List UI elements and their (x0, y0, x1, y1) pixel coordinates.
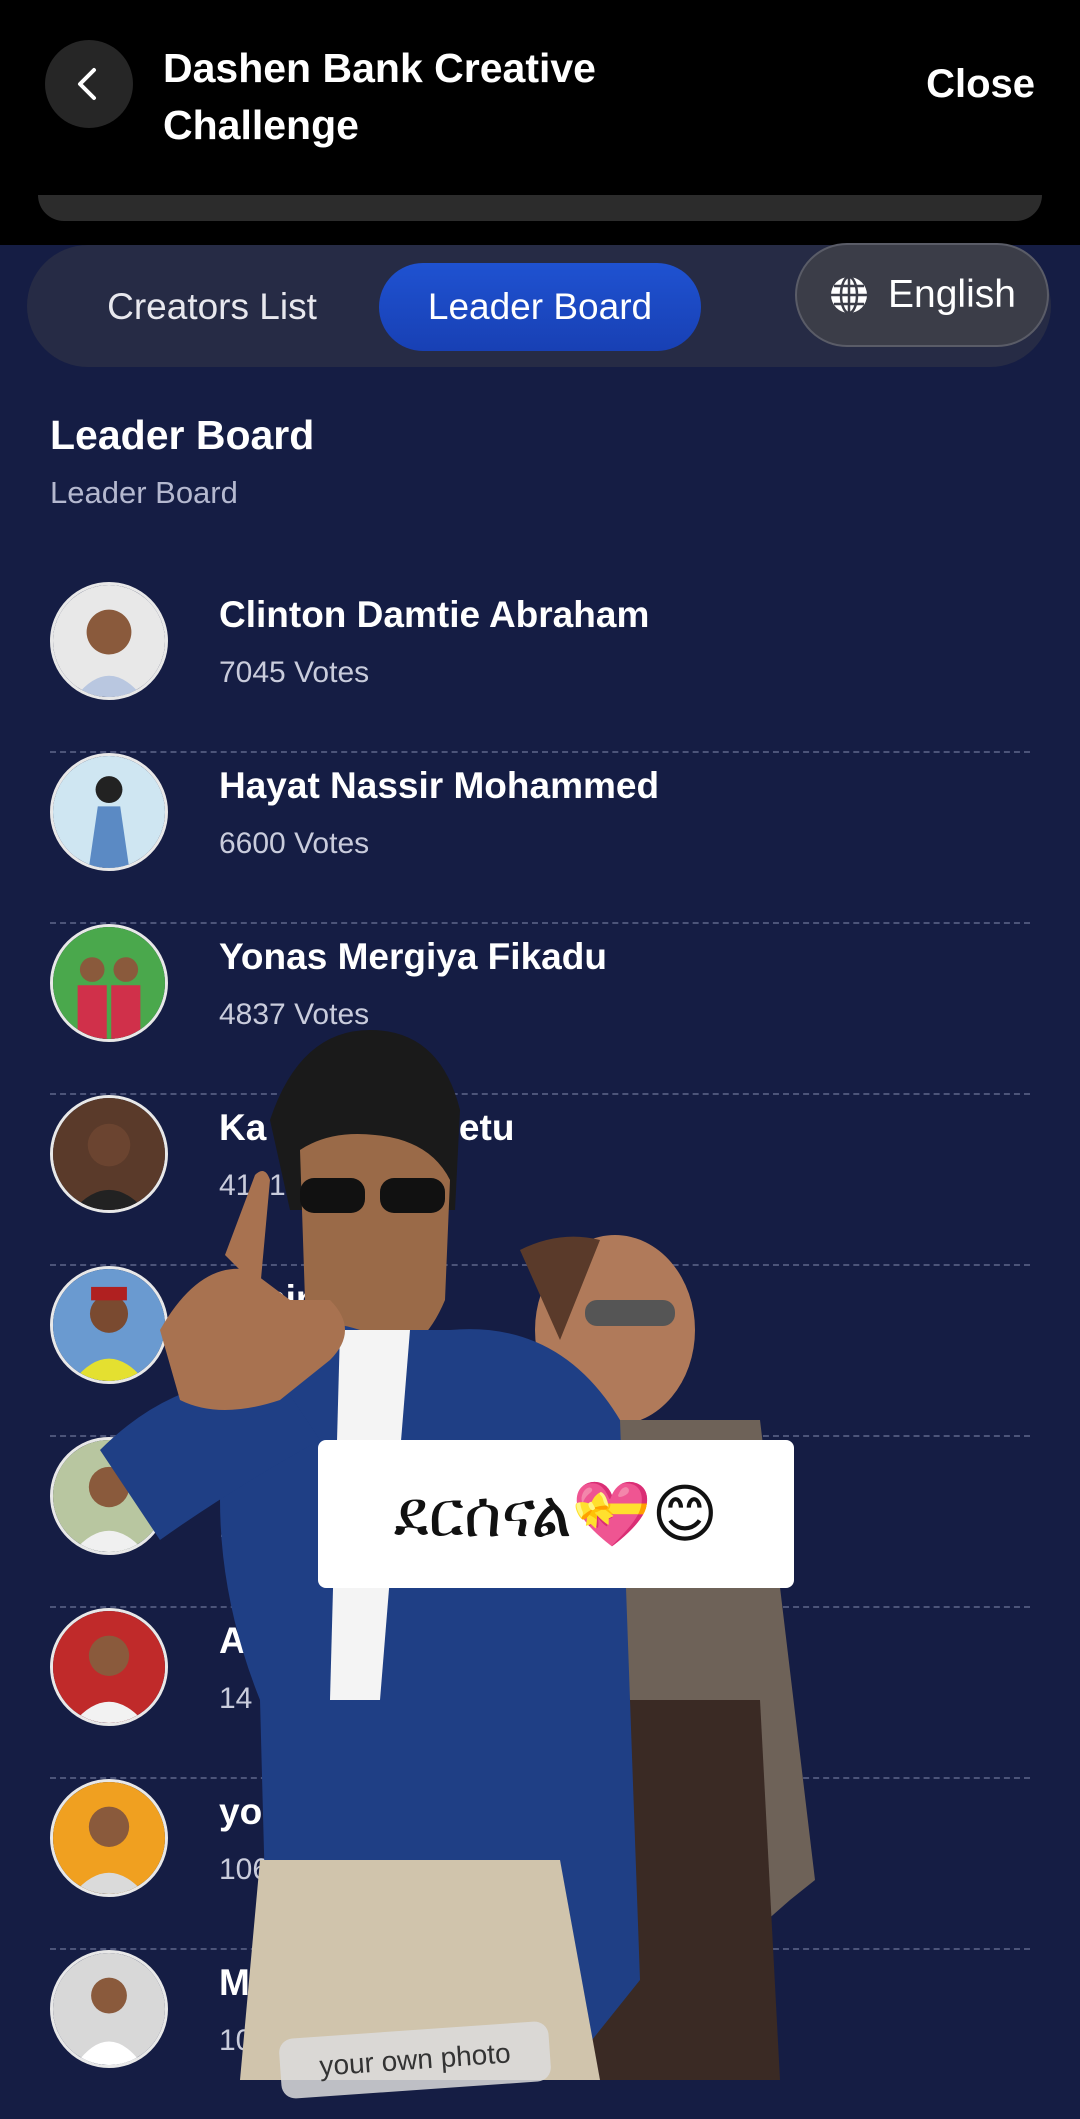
leaderboard-row[interactable]: Hayat Nassir Mohammed 6600 Votes (50, 751, 1030, 924)
avatar (50, 1437, 168, 1555)
creator-name: Ka hetu (219, 1107, 515, 1148)
avatar (50, 1779, 168, 1897)
creator-name: yo (219, 1791, 263, 1832)
language-selector[interactable]: English (795, 243, 1049, 347)
avatar (50, 1095, 168, 1213)
creator-name: Clinton Damtie Abraham (219, 594, 650, 635)
app-header: Dashen Bank Creative Challenge Close (0, 0, 1080, 245)
leaderboard-row[interactable]: Ab 14 (50, 1606, 1030, 1779)
vote-count: 14 (219, 1682, 253, 1715)
vote-count: 4837 Votes (219, 998, 370, 1031)
vote-count: 7045 Votes (219, 656, 370, 689)
creator-name: Yonas Mergiya Fikadu (219, 936, 607, 977)
vote-count: 6600 Votes (219, 827, 370, 860)
leaderboard-row[interactable]: yo 106 (50, 1777, 1030, 1950)
creator-name: Ab (219, 1620, 269, 1661)
creator-name: sin r (265, 1278, 344, 1319)
leaderboard-row[interactable]: Clinton Damtie Abraham 7045 Votes (50, 580, 1030, 753)
header-divider (38, 195, 1042, 221)
leaderboard-row[interactable]: sin r (50, 1264, 1030, 1437)
creator-name: Hayat Nassir Mohammed (219, 765, 660, 806)
vote-count: 4101 V (219, 1169, 315, 1202)
section-title: Leader Board (50, 412, 315, 458)
tab-creators-list[interactable]: Creators List (67, 263, 357, 351)
close-button[interactable]: Close (926, 62, 1035, 107)
section-subtitle: Leader Board (50, 475, 238, 510)
avatar (50, 753, 168, 871)
back-button[interactable] (45, 40, 133, 128)
vote-count: 106 (219, 1853, 270, 1886)
tab-bar: Creators List Leader Board English (27, 243, 1051, 367)
page-title: Dashen Bank Creative Challenge (163, 45, 596, 148)
tab-leader-board[interactable]: Leader Board (379, 263, 701, 351)
vote-count: 172 (219, 1511, 270, 1544)
globe-icon (831, 275, 868, 315)
avatar (50, 582, 168, 700)
avatar (50, 924, 168, 1042)
leaderboard-row[interactable]: 172 (50, 1435, 1030, 1608)
language-label: English (888, 273, 1016, 316)
avatar (50, 1950, 168, 2068)
creator-name: M (219, 1962, 250, 2003)
avatar (50, 1608, 168, 1726)
avatar (50, 1266, 168, 1384)
leaderboard-row[interactable]: Yonas Mergiya Fikadu 4837 Votes (50, 922, 1030, 1095)
chevron-left-icon (78, 68, 96, 100)
leaderboard-row[interactable]: Ka hetu 4101 V (50, 1093, 1030, 1266)
leaderboard-row[interactable]: M 101 (50, 1948, 1030, 2119)
vote-count: 101 (219, 2024, 270, 2057)
